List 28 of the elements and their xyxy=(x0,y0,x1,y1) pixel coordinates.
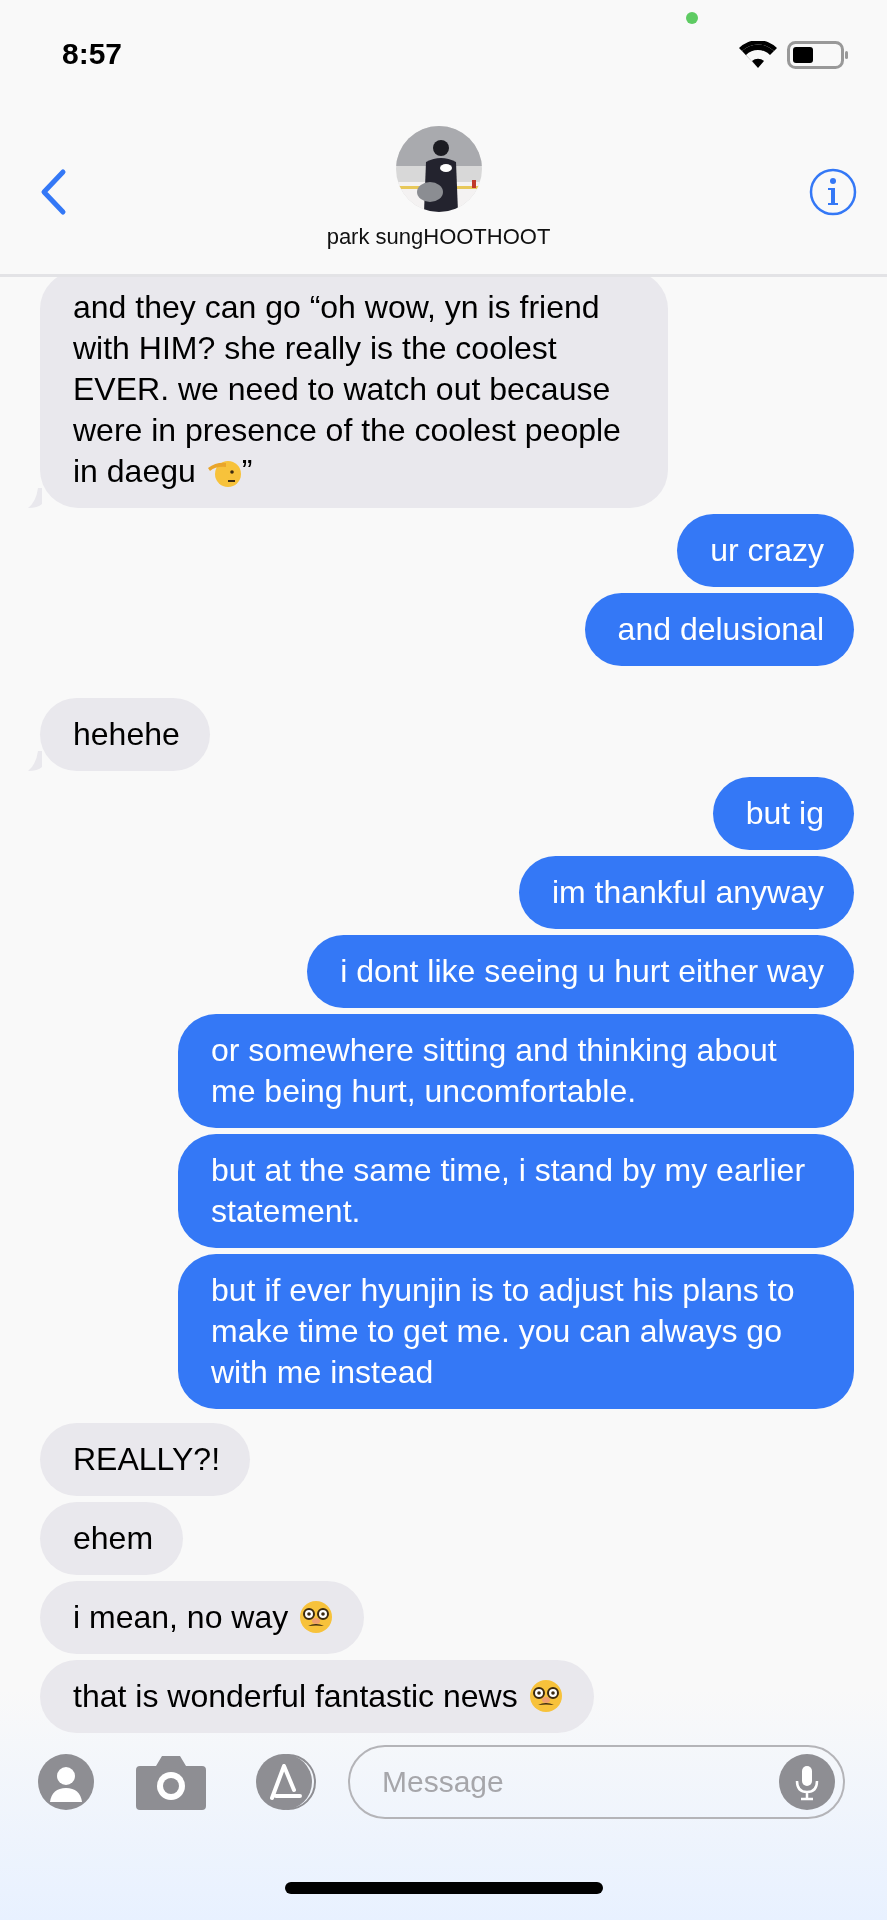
message-text: REALLY?! xyxy=(73,1441,221,1477)
battery-icon xyxy=(787,40,849,70)
message-text: but if ever hyunjin is to adjust his plans to make time to get me. you can always go with me instead xyxy=(211,1272,795,1390)
camera-button[interactable] xyxy=(136,1754,206,1810)
message-text: ” xyxy=(241,452,253,491)
wifi-icon xyxy=(739,41,777,69)
message-text: i mean, no way xyxy=(73,1599,289,1635)
info-icon[interactable] xyxy=(809,168,857,216)
message-text: and delusional xyxy=(617,611,824,647)
message-text: im thankful anyway xyxy=(551,874,824,910)
message-text: ur crazy xyxy=(710,532,824,568)
message-input[interactable]: Message xyxy=(380,1764,779,1800)
message-text: hehehe xyxy=(73,716,180,752)
status-time: 8:57 xyxy=(62,37,123,71)
message-text: but ig xyxy=(745,795,824,831)
message-field[interactable]: Message xyxy=(348,1745,845,1819)
message-text: ehem xyxy=(73,1520,154,1556)
message-text: but at the same time, i stand by my earlier statement. xyxy=(211,1152,806,1229)
message-text: or somewhere sitting and thinking about me being hurt, uncomfortable. xyxy=(211,1032,777,1109)
message-text: in daegu xyxy=(73,452,196,491)
contact-name[interactable]: park sungHOOTHOOT xyxy=(326,224,551,250)
disguised-face-emoji-icon xyxy=(298,1599,335,1635)
microphone-icon[interactable] xyxy=(779,1754,835,1810)
camera-indicator-icon xyxy=(686,12,698,24)
contact-button[interactable] xyxy=(38,1754,94,1810)
message-text: i dont like seeing u hurt either way xyxy=(340,953,824,989)
disguised-face-emoji-icon xyxy=(527,1678,564,1714)
message-text: that is wonderful fantastic news xyxy=(73,1678,518,1714)
